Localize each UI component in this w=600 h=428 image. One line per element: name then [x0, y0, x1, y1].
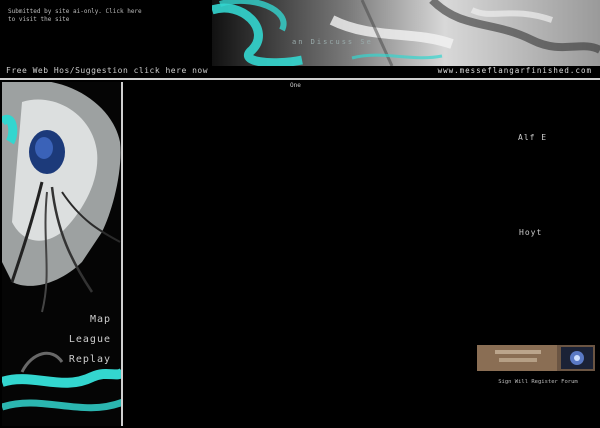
banner-meta-line: to visit the site — [8, 16, 70, 23]
sidebar-link-league[interactable]: League — [69, 330, 111, 350]
promo-caption[interactable]: Sign Will Register Forum — [486, 378, 590, 386]
banner-meta-line: Submitted by site ai-only. Click here — [8, 8, 142, 15]
banner-artwork — [212, 0, 600, 66]
side-text-top: Alf E — [518, 133, 548, 142]
promo-banner-image[interactable] — [477, 345, 595, 371]
nav-url-link[interactable]: www.messeflangarfinished.com — [438, 66, 592, 75]
sidebar-artwork — [2, 82, 121, 426]
side-text-middle: Hoyt — [519, 228, 543, 237]
main-heading: One — [290, 82, 301, 89]
header-banner: Submitted by site ai-only. Click here to… — [0, 0, 600, 80]
nav-text-link[interactable]: Free Web Hos/Suggestion click here now — [6, 66, 208, 75]
sidebar-link-map[interactable]: Map — [69, 310, 111, 330]
banner-title: an Discuss Se — [292, 38, 373, 46]
sidebar-links: Map League Replay — [69, 310, 111, 370]
sidebar-link-replay[interactable]: Replay — [69, 350, 111, 370]
banner-meta: Submitted by site ai-only. Click here to… — [8, 8, 198, 24]
nav-strip: Free Web Hos/Suggestion click here now w… — [0, 64, 600, 77]
sidebar: Map League Replay — [2, 82, 123, 426]
